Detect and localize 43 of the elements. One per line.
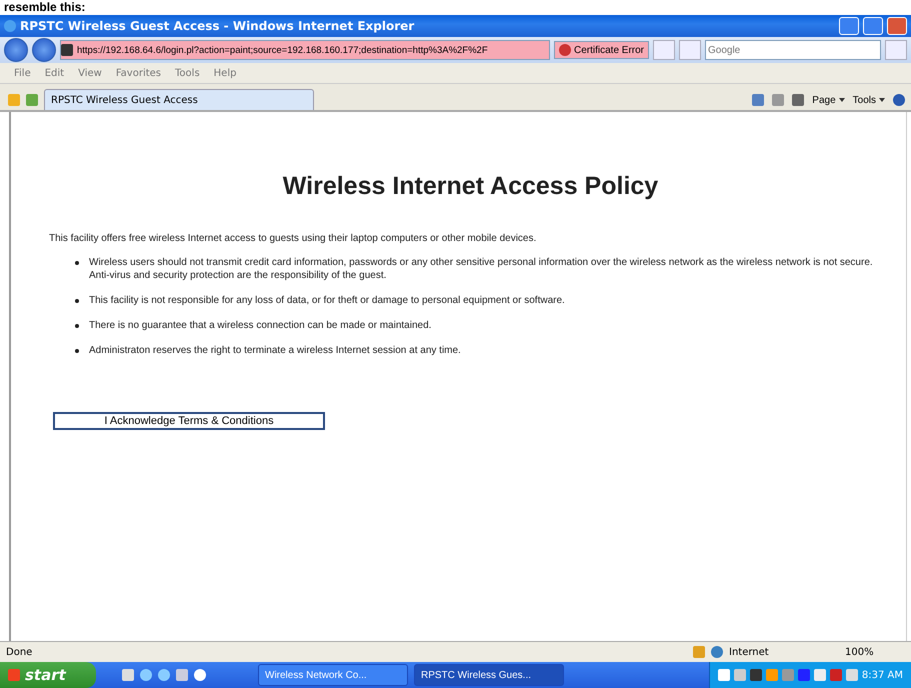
taskbar-button[interactable]: Wireless Network Co...	[258, 664, 408, 686]
certificate-error-button[interactable]: Certificate Error	[554, 41, 649, 59]
command-button[interactable]: Tools	[852, 94, 885, 106]
refresh-button[interactable]	[653, 40, 675, 60]
page-heading: Wireless Internet Access Policy	[282, 172, 660, 201]
command-button[interactable]: Page	[812, 94, 845, 106]
start-button[interactable]: start	[0, 662, 96, 688]
policy-item: This facility is not responsible for any loss of data, or for theft or damage to personal equipment or software.	[89, 294, 565, 307]
intro-text: This facility offers free wireless Internet access to guests using their laptop computers or other mobile devices.	[49, 233, 538, 244]
taskbar-button[interactable]: RPSTC Wireless Gues...	[414, 664, 564, 686]
policy-item: There is no guarantee that a wireless connection can be made or maintained.	[89, 319, 432, 332]
caret-icon	[879, 98, 885, 102]
window-title: RPSTC Wireless Guest Access - Windows Internet Explorer	[20, 19, 416, 33]
forward-button[interactable]	[32, 38, 56, 62]
clock-text: 8:37 AM	[862, 670, 903, 680]
address-field[interactable]: https://192.168.64.6/login.pl?action=paint;source=192.168.160.177;destination=http%3A%2F%2F	[60, 40, 550, 60]
browser-tab[interactable]: RPSTC Wireless Guest Access	[44, 89, 314, 110]
menu-item[interactable]: Edit	[44, 68, 64, 78]
minimize-button[interactable]	[839, 17, 859, 35]
policy-item: Administraton reserves the right to terminate a wireless Internet session at any time.	[89, 344, 461, 357]
menu-item[interactable]: File	[14, 68, 31, 78]
back-button[interactable]	[4, 38, 28, 62]
stop-button[interactable]	[679, 40, 701, 60]
zoom-text[interactable]: 100%	[845, 646, 905, 658]
policy-item: Wireless users should not transmit credit card information, passwords or any other sensitive personal information over the wireless network as the wireless network is not secure. Anti-virus and security protection are the responsibility of the guest.	[89, 256, 874, 282]
menu-item[interactable]: Favorites	[116, 68, 162, 78]
zone-text: Internet	[729, 646, 770, 658]
bullet-icon	[75, 261, 79, 265]
status-text: Done	[6, 646, 34, 658]
bullet-icon	[75, 349, 79, 353]
menu-item[interactable]: View	[78, 68, 102, 78]
restore-button[interactable]	[863, 17, 883, 35]
caret-icon	[838, 98, 845, 102]
acknowledge-button[interactable]: I Acknowledge Terms & Conditions	[53, 412, 325, 430]
url-text: https://192.168.64.6/login.pl?action=paint;source=192.168.160.177;destination=http%3A%2F%2F	[77, 44, 488, 56]
close-button[interactable]	[887, 17, 907, 35]
search-button[interactable]	[885, 40, 907, 60]
caption-text: resemble this:	[3, 0, 86, 15]
menu-item[interactable]: Tools	[175, 68, 200, 78]
bullet-icon	[75, 324, 79, 328]
menu-item[interactable]: Help	[214, 68, 236, 78]
bullet-icon	[75, 299, 79, 303]
search-field[interactable]: Google	[705, 40, 881, 60]
